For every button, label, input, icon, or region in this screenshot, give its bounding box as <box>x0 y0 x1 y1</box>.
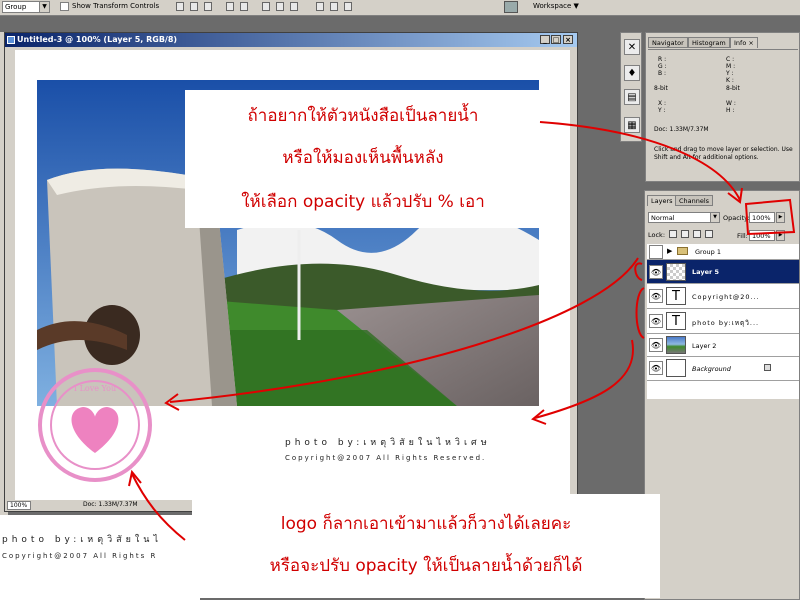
arrow-to-logo <box>169 257 639 403</box>
highlight-text-eyes <box>635 287 645 339</box>
arrow-to-opacity <box>539 121 741 201</box>
highlight-opacity-box <box>744 198 796 236</box>
arrow-to-caption <box>534 339 635 419</box>
annotation-overlay <box>128 121 796 541</box>
highlight-layer5-eye <box>634 262 643 281</box>
arrow-from-logo-note <box>131 473 186 541</box>
